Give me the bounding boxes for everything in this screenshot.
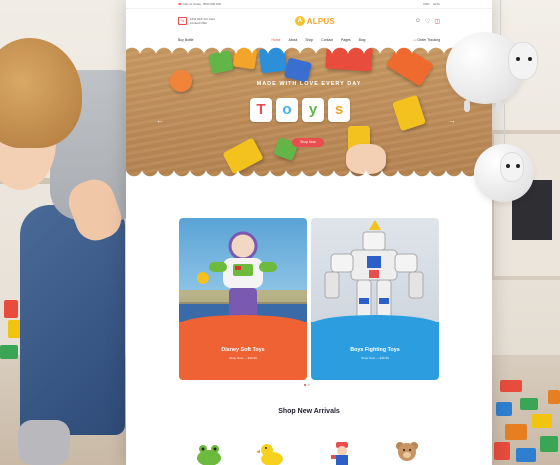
gift-icon: % (178, 17, 187, 25)
toy-block (494, 442, 510, 460)
buzz-toy-illustration (179, 231, 307, 326)
hero-shop-now-button[interactable]: Shop Now (292, 138, 324, 147)
section-title: Shop New Arrivals (278, 408, 340, 415)
card-photo (311, 218, 439, 326)
child-jeans (20, 205, 125, 435)
product-thumb-mario[interactable] (326, 440, 356, 465)
card-title: Disney Soft Toys (221, 347, 265, 353)
toy-block (4, 300, 18, 318)
card-photo (179, 218, 307, 326)
sheep-head (500, 152, 524, 182)
toy-block (532, 414, 552, 428)
product-thumb-duck[interactable] (256, 440, 286, 465)
category-card-disney[interactable]: Disney Soft Toys Shop Now — $39.99 (179, 218, 307, 380)
logo-text: ALPUS (306, 16, 335, 26)
sheep-head (508, 42, 538, 80)
logo-mark: A (294, 16, 305, 26)
card-title: Boys Fighting Toys (350, 347, 400, 353)
top-bar: Call Us Today: 0500 000 000 USD ENG (126, 0, 492, 9)
website-mockup: Call Us Today: 0500 000 000 USD ENG % 15… (126, 0, 492, 465)
sheep-eye (516, 57, 520, 61)
promo-text: 15% OFF For Kids Limited Offer (190, 17, 215, 25)
card-subtitle: Shop Now — $49.99 (361, 356, 389, 360)
nav-links: Home About Shop Contact Pages Blog (271, 38, 365, 42)
toy-block (540, 436, 558, 452)
phone-text: Call Us Today: 0500 000 000 (178, 2, 221, 6)
prev-slide-arrow-icon[interactable]: ← (156, 116, 164, 125)
hero-wave-top (126, 46, 492, 54)
user-icon[interactable]: ☺ (415, 18, 421, 25)
category-card-fighting[interactable]: Boys Fighting Toys Shop Now — $49.99 (311, 218, 439, 380)
sheep-string (504, 104, 505, 146)
sheep-eye (506, 164, 510, 168)
cart-icon[interactable]: ◫ (434, 18, 440, 25)
site-logo[interactable]: A ALPUS (294, 16, 335, 26)
heart-icon[interactable]: ♡ (425, 18, 430, 25)
sheep-eye (528, 57, 532, 61)
hero-wave-bottom (126, 170, 492, 178)
child-sock (18, 420, 70, 465)
main-nav: Buy Bottle Home About Shop Contact Pages… (126, 33, 492, 46)
nav-blog[interactable]: Blog (359, 38, 366, 42)
hero-letter: o (276, 98, 298, 122)
toy-block (520, 398, 538, 410)
currency-select[interactable]: USD (423, 2, 429, 6)
hero-letter: T (250, 98, 272, 122)
nav-contact[interactable]: Contact (321, 38, 333, 42)
product-thumb-teddy[interactable] (392, 440, 422, 465)
robot-toy-illustration (324, 220, 424, 321)
pagination-dot[interactable] (308, 384, 310, 386)
next-slide-arrow-icon[interactable]: → (448, 116, 456, 125)
top-bar-options: USD ENG (423, 2, 440, 6)
slider-pagination (304, 384, 310, 386)
sheep-eye (516, 164, 520, 168)
promo: % 15% OFF For Kids Limited Offer (178, 17, 215, 25)
language-select[interactable]: ENG (433, 2, 440, 6)
nav-pages[interactable]: Pages (341, 38, 351, 42)
toy-block (0, 345, 18, 359)
nav-shop[interactable]: Shop (305, 38, 313, 42)
product-thumb-frog[interactable] (194, 440, 224, 465)
order-tracking-link[interactable]: Order Tracking (413, 38, 440, 42)
pagination-dot[interactable] (304, 384, 306, 386)
nav-about[interactable]: About (289, 38, 298, 42)
toy-block (548, 390, 560, 404)
hero-tagline: MADE WITH LOVE EVERY DAY (256, 81, 362, 87)
category-menu[interactable]: Buy Bottle (178, 38, 193, 42)
sheep-leg (496, 100, 502, 112)
toy-block (500, 380, 522, 392)
promo-line2: Limited Offer (190, 21, 208, 25)
card-subtitle: Shop Now — $39.99 (229, 356, 257, 360)
hero-heading: T o y s (250, 98, 350, 122)
toy-block (516, 448, 536, 462)
toy-block (505, 424, 527, 440)
hero-banner: MADE WITH LOVE EVERY DAY T o y s Shop No… (126, 46, 492, 178)
nav-home[interactable]: Home (271, 38, 280, 42)
toy-block (496, 402, 512, 416)
site-header: % 15% OFF For Kids Limited Offer A ALPUS… (126, 9, 492, 33)
sheep-leg (464, 100, 470, 112)
header-icons: ☺ ♡ ◫ (415, 18, 440, 25)
hero-letter: s (328, 98, 350, 122)
hero-letter: y (302, 98, 324, 122)
